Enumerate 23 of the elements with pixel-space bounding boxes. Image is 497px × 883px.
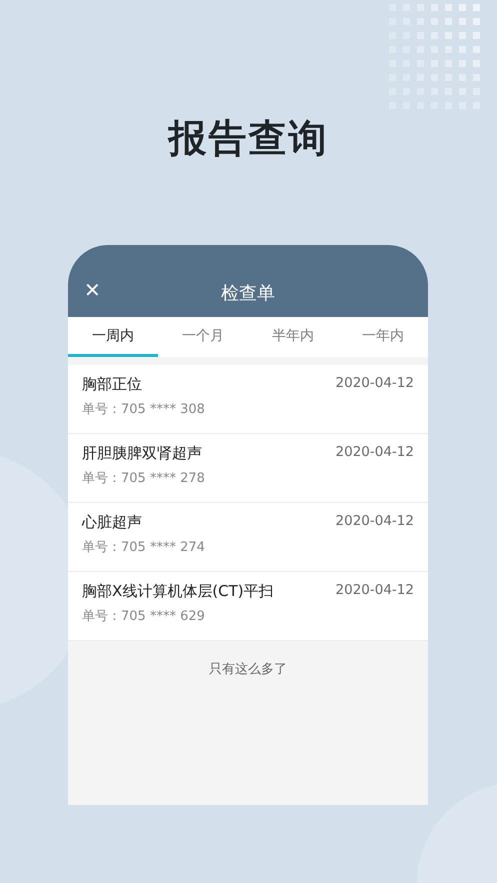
page-headline: 报告查询: [166, 115, 330, 162]
period-tab[interactable]: 一周内: [68, 317, 158, 357]
report-date: 2020-04-12: [336, 582, 414, 600]
report-date: 2020-04-12: [336, 375, 414, 393]
report-name: 胸部正位: [82, 375, 142, 394]
report-row[interactable]: 肝胆胰脾双肾超声 2020-04-12 单号：705 **** 278: [68, 434, 428, 503]
report-name: 胸部X线计算机体层(CT)平扫: [82, 582, 274, 601]
report-name: 肝胆胰脾双肾超声: [82, 444, 202, 463]
report-number: 单号：705 **** 278: [82, 470, 206, 487]
dialog-title: 检查单: [221, 282, 275, 305]
report-date: 2020-04-12: [336, 513, 414, 531]
report-row[interactable]: 胸部正位 2020-04-12 单号：705 **** 308: [68, 365, 428, 434]
report-row[interactable]: 心脏超声 2020-04-12 单号：705 **** 274: [68, 503, 428, 572]
period-tab[interactable]: 一个月: [158, 317, 248, 357]
report-row[interactable]: 胸部X线计算机体层(CT)平扫 2020-04-12 单号：705 **** 629: [68, 572, 428, 641]
end-note: 只有这么多了: [209, 662, 287, 677]
report-number: 单号：705 **** 629: [82, 608, 206, 625]
report-number: 单号：705 **** 274: [82, 539, 206, 556]
report-date: 2020-04-12: [336, 444, 414, 462]
period-tab[interactable]: 一年内: [338, 317, 428, 357]
report-name: 心脏超声: [82, 513, 142, 532]
period-tab[interactable]: 半年内: [248, 317, 338, 357]
report-number: 单号：705 **** 308: [82, 401, 206, 418]
